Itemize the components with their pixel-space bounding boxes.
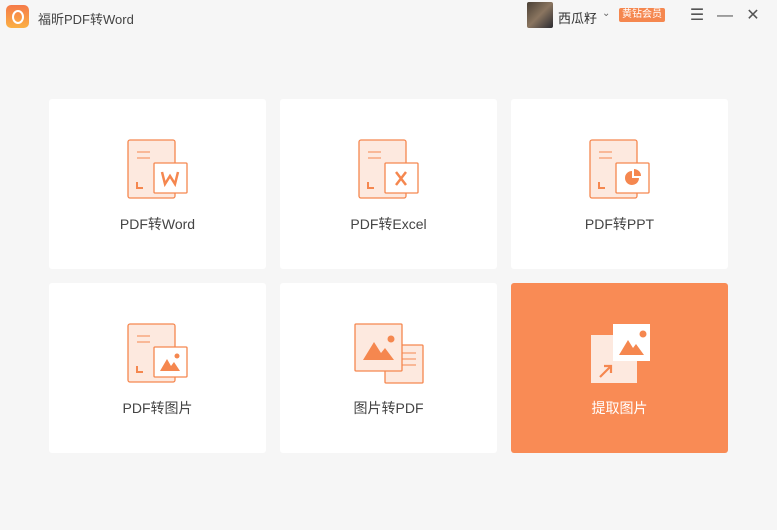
card-label: PDF转Excel [350, 216, 427, 232]
image-doc-icon [127, 323, 188, 383]
card-extract-images[interactable]: 提取图片 [511, 283, 728, 453]
card-pdf-to-ppt[interactable]: PDF转PPT [511, 99, 728, 269]
minimize-icon[interactable]: — [716, 7, 734, 25]
app-logo-icon [6, 5, 29, 28]
ppt-doc-icon [589, 139, 650, 199]
card-label: PDF转图片 [122, 400, 193, 416]
card-label: 图片转PDF [353, 400, 424, 416]
avatar[interactable] [527, 2, 553, 28]
chevron-down-icon[interactable]: ⌄ [602, 8, 610, 19]
card-label: 提取图片 [591, 400, 648, 416]
close-icon[interactable]: ✕ [744, 7, 762, 25]
user-name[interactable]: 西瓜籽 [558, 8, 597, 27]
word-doc-icon [127, 139, 188, 199]
app-title: 福昕PDF转Word [38, 12, 134, 27]
card-pdf-to-excel[interactable]: PDF转Excel [280, 99, 497, 269]
card-label: PDF转Word [119, 216, 196, 232]
card-pdf-to-word[interactable]: PDF转Word [49, 99, 266, 269]
image-to-pdf-icon [354, 323, 424, 384]
title-bar: 福昕PDF转Word 西瓜籽 ⌄ 黄钻会员 ☰ — ✕ [0, 0, 777, 34]
card-pdf-to-image[interactable]: PDF转图片 [49, 283, 266, 453]
card-label: PDF转PPT [584, 216, 655, 232]
excel-doc-icon [358, 139, 419, 199]
vip-badge[interactable]: 黄钻会员 [619, 8, 665, 22]
menu-icon[interactable]: ☰ [688, 7, 706, 25]
card-image-to-pdf[interactable]: 图片转PDF [280, 283, 497, 453]
extract-image-icon [591, 324, 650, 383]
